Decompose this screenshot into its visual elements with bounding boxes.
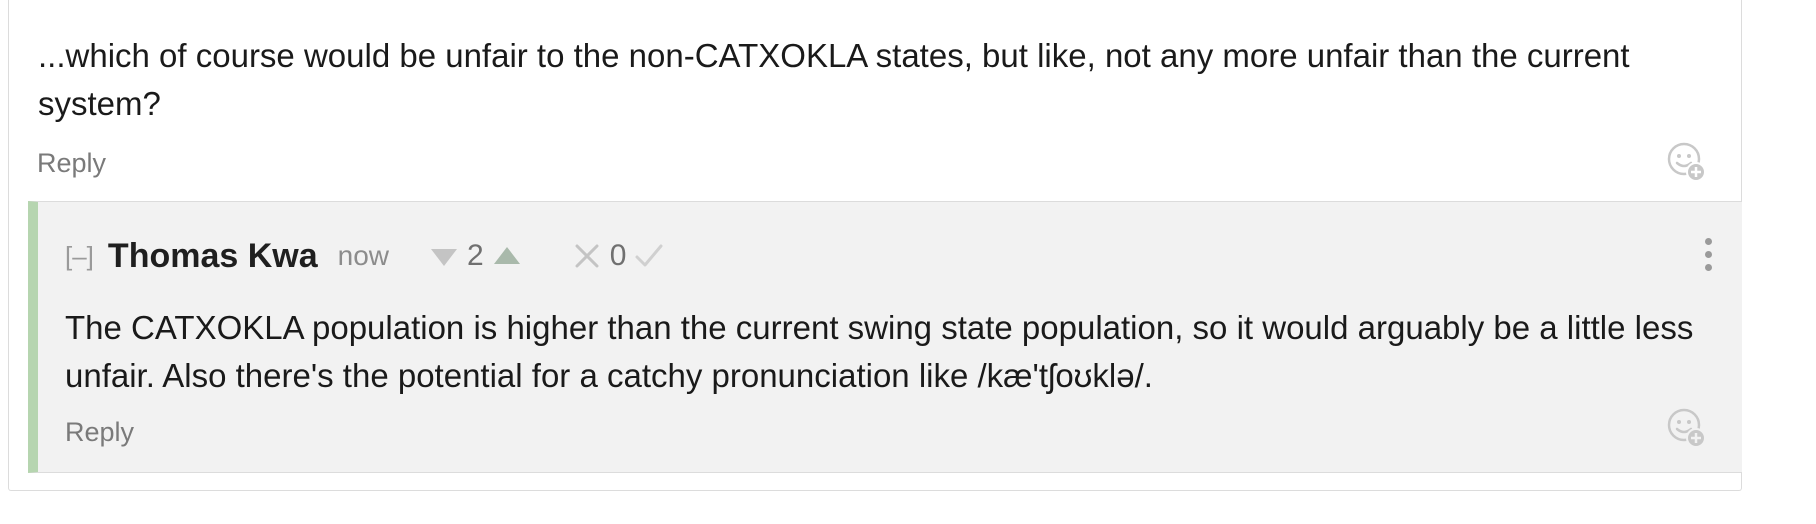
reply-comment-body: The CATXOKLA population is higher than t… <box>65 309 1694 394</box>
downvote-triangle-icon[interactable] <box>427 239 461 273</box>
reply-comment-reply-button[interactable]: Reply <box>65 417 134 448</box>
comment-thread: ...which of course would be unfair to th… <box>8 0 1742 491</box>
comment-author[interactable]: Thomas Kwa <box>108 237 318 276</box>
parent-reply-button[interactable]: Reply <box>37 148 106 179</box>
comment-timestamp[interactable]: now <box>338 240 389 272</box>
disagree-cross-icon[interactable] <box>570 239 604 273</box>
agreement-score: 0 <box>609 239 627 272</box>
karma-score: 2 <box>467 239 484 272</box>
agreement-vote: 0 <box>570 239 667 273</box>
parent-comment-body: ...which of course would be unfair to th… <box>38 37 1630 122</box>
add-reaction-icon[interactable] <box>1665 406 1709 450</box>
reply-comment: [–] Thomas Kwa now 2 0 The CATXOKLA popu… <box>28 201 1742 473</box>
add-reaction-icon[interactable] <box>1665 140 1709 184</box>
vertical-dots-icon[interactable] <box>1701 238 1715 274</box>
comment-meta: [–] Thomas Kwa now 2 0 <box>65 232 712 280</box>
agree-check-icon[interactable] <box>632 239 666 273</box>
upvote-triangle-icon[interactable] <box>490 239 524 273</box>
collapse-toggle[interactable]: [–] <box>65 241 94 272</box>
karma-vote: 2 <box>427 239 524 273</box>
